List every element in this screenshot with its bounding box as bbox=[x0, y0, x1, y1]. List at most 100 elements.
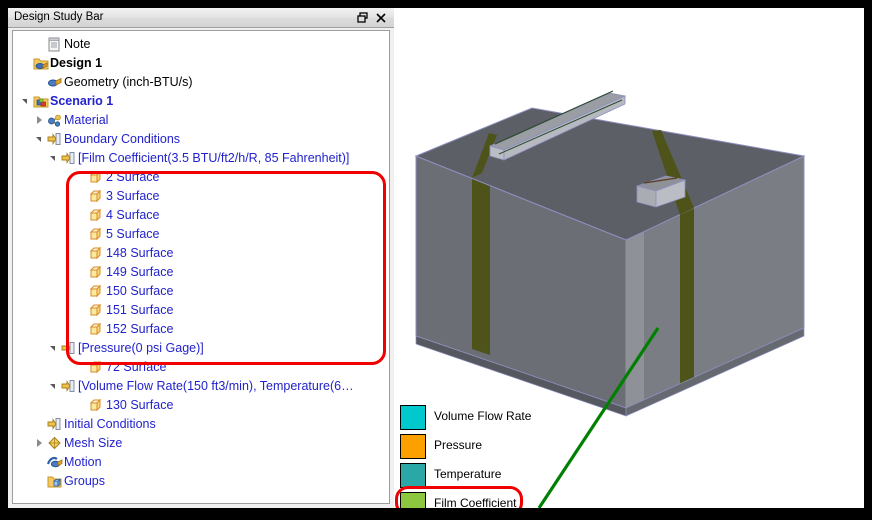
tree-node-label: [Pressure(0 psi Gage)] bbox=[78, 341, 204, 356]
tree-node-label: 5 Surface bbox=[106, 227, 160, 242]
tree-node[interactable]: [Film Coefficient(3.5 BTU/ft2/h/R, 85 Fa… bbox=[13, 149, 389, 168]
legend-label-film-coefficient: Film Coefficient bbox=[434, 496, 517, 508]
tree-node[interactable]: 3 Surface bbox=[13, 187, 389, 206]
tree-node[interactable]: Note bbox=[13, 35, 389, 54]
tree-node[interactable]: 150 Surface bbox=[13, 282, 389, 301]
chevron-down-icon[interactable] bbox=[47, 149, 60, 168]
bc-icon bbox=[60, 149, 78, 168]
surface-icon bbox=[88, 320, 106, 339]
surface-icon bbox=[88, 225, 106, 244]
tree-node-label: 150 Surface bbox=[106, 284, 174, 299]
tree-node[interactable]: Groups bbox=[13, 472, 389, 491]
tree-node[interactable]: Material bbox=[13, 111, 389, 130]
design-study-tree-container[interactable]: Note Design 1 Geometry (inch-BTU/s) Scenari… bbox=[12, 30, 390, 504]
legend-item[interactable]: Temperature bbox=[400, 461, 550, 490]
tree-node[interactable]: Motion bbox=[13, 453, 389, 472]
chevron-down-icon[interactable] bbox=[33, 130, 46, 149]
design-icon bbox=[32, 54, 50, 73]
tree-node-label: Material bbox=[64, 113, 109, 128]
legend-item[interactable]: Film Coefficient bbox=[400, 490, 550, 508]
surface-icon bbox=[88, 301, 106, 320]
tree-node-label: Mesh Size bbox=[64, 436, 123, 451]
tree-node-label: 151 Surface bbox=[106, 303, 174, 318]
surface-icon bbox=[88, 168, 106, 187]
tree-node[interactable]: [Volume Flow Rate(150 ft3/min), Temperat… bbox=[13, 377, 389, 396]
surface-icon bbox=[88, 187, 106, 206]
tree-node[interactable]: 2 Surface bbox=[13, 168, 389, 187]
tree-node-label: 148 Surface bbox=[106, 246, 174, 261]
tree-node[interactable]: 152 Surface bbox=[13, 320, 389, 339]
tree-node[interactable]: [Pressure(0 psi Gage)] bbox=[13, 339, 389, 358]
surface-icon bbox=[88, 396, 106, 415]
tree-node[interactable]: Geometry (inch-BTU/s) bbox=[13, 73, 389, 92]
bc-icon bbox=[60, 339, 78, 358]
tree-node[interactable]: 72 Surface bbox=[13, 358, 389, 377]
tree-node-label: Design 1 bbox=[50, 56, 103, 71]
geometry-icon bbox=[46, 73, 64, 92]
chevron-right-icon[interactable] bbox=[33, 434, 46, 453]
design-study-tree[interactable]: Note Design 1 Geometry (inch-BTU/s) Scenari… bbox=[13, 31, 389, 491]
chevron-down-icon[interactable] bbox=[47, 339, 60, 358]
motion-icon bbox=[46, 453, 64, 472]
tree-node-label: 130 Surface bbox=[106, 398, 174, 413]
restore-window-icon[interactable] bbox=[356, 11, 370, 25]
tree-node[interactable]: 149 Surface bbox=[13, 263, 389, 282]
panel-titlebar: Design Study Bar bbox=[8, 8, 394, 28]
tree-node-label: Initial Conditions bbox=[64, 417, 156, 432]
tree-node[interactable]: 130 Surface bbox=[13, 396, 389, 415]
tree-node[interactable]: 5 Surface bbox=[13, 225, 389, 244]
legend-item[interactable]: Pressure bbox=[400, 432, 550, 461]
surface-icon bbox=[88, 358, 106, 377]
legend-swatch-volume-flow-rate bbox=[400, 405, 426, 430]
chevron-right-icon[interactable] bbox=[33, 111, 46, 130]
tree-node[interactable]: Initial Conditions bbox=[13, 415, 389, 434]
tree-node-label: 149 Surface bbox=[106, 265, 174, 280]
tree-node[interactable]: 148 Surface bbox=[13, 244, 389, 263]
scenario-icon bbox=[32, 92, 50, 111]
tree-node-label: Motion bbox=[64, 455, 102, 470]
legend-item[interactable]: Volume Flow Rate bbox=[400, 403, 550, 432]
tree-node[interactable]: 151 Surface bbox=[13, 301, 389, 320]
boundary-condition-legend: Volume Flow Rate Pressure Temperature Fi… bbox=[400, 403, 550, 508]
tree-node-label: 72 Surface bbox=[106, 360, 167, 375]
surface-icon bbox=[88, 282, 106, 301]
bc-icon bbox=[60, 377, 78, 396]
screen-root: Volume Flow Rate Pressure Temperature Fi… bbox=[0, 0, 872, 520]
chevron-down-icon[interactable] bbox=[47, 377, 60, 396]
surface-icon bbox=[88, 244, 106, 263]
model-viewport[interactable]: Volume Flow Rate Pressure Temperature Fi… bbox=[8, 8, 864, 508]
surface-icon bbox=[88, 206, 106, 225]
tree-node[interactable]: Mesh Size bbox=[13, 434, 389, 453]
tree-node-label: Boundary Conditions bbox=[64, 132, 181, 147]
tree-node-label: 3 Surface bbox=[106, 189, 160, 204]
tree-node-label: [Volume Flow Rate(150 ft3/min), Temperat… bbox=[78, 379, 354, 394]
close-icon[interactable] bbox=[374, 11, 388, 25]
tree-node[interactable]: Scenario 1 bbox=[13, 92, 389, 111]
material-icon bbox=[46, 111, 64, 130]
tree-node[interactable]: Boundary Conditions bbox=[13, 130, 389, 149]
legend-swatch-film-coefficient bbox=[400, 492, 426, 508]
tree-node-label: 152 Surface bbox=[106, 322, 174, 337]
tree-node-label: Scenario 1 bbox=[50, 94, 114, 109]
chevron-down-icon[interactable] bbox=[19, 92, 32, 111]
groups-icon bbox=[46, 472, 64, 491]
tree-node-label: Geometry (inch-BTU/s) bbox=[64, 75, 193, 90]
tree-node-label: [Film Coefficient(3.5 BTU/ft2/h/R, 85 Fa… bbox=[78, 151, 350, 166]
panel-title: Design Study Bar bbox=[14, 11, 104, 23]
tree-node[interactable]: Design 1 bbox=[13, 54, 389, 73]
tree-node-label: Groups bbox=[64, 474, 105, 489]
tree-node[interactable]: 4 Surface bbox=[13, 206, 389, 225]
